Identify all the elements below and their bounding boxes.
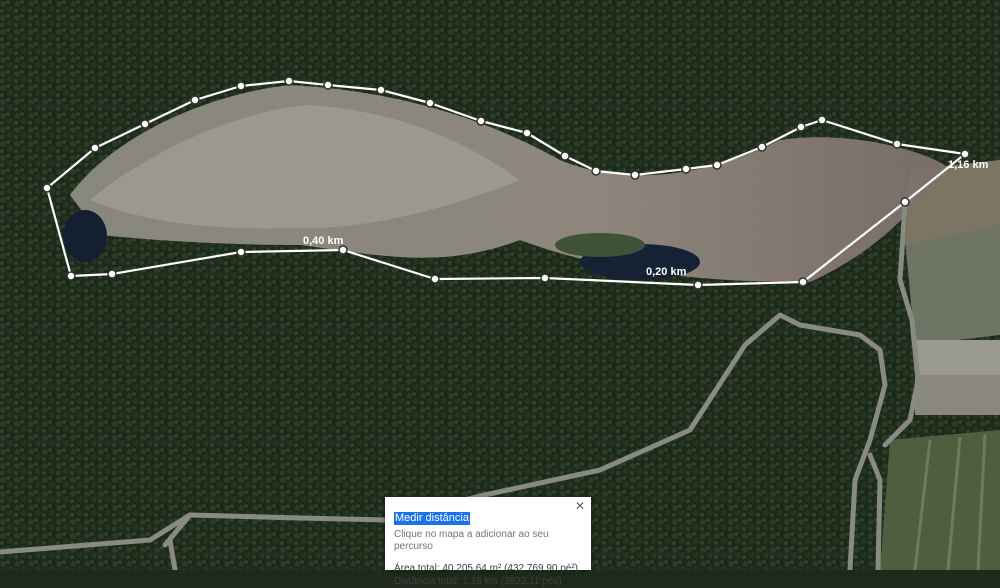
route-vertex[interactable] bbox=[522, 128, 532, 138]
route-vertex[interactable] bbox=[591, 166, 601, 176]
panel-title: Medir distância bbox=[394, 512, 470, 525]
route-vertex[interactable] bbox=[323, 80, 333, 90]
route-vertex[interactable] bbox=[140, 119, 150, 129]
route-vertex[interactable] bbox=[757, 142, 767, 152]
route-vertex[interactable] bbox=[338, 245, 348, 255]
satellite-map[interactable]: 0,40 km 0,20 km 1,16 km bbox=[0, 0, 1000, 570]
route-vertex[interactable] bbox=[376, 85, 386, 95]
route-vertex[interactable] bbox=[90, 143, 100, 153]
route-vertex[interactable] bbox=[540, 273, 550, 283]
close-icon[interactable]: ✕ bbox=[574, 499, 586, 513]
route-vertex[interactable] bbox=[476, 116, 486, 126]
route-vertex[interactable] bbox=[712, 160, 722, 170]
route-vertex[interactable] bbox=[960, 149, 970, 159]
route-vertex[interactable] bbox=[798, 277, 808, 287]
pond-west bbox=[63, 210, 107, 262]
route-vertex[interactable] bbox=[796, 122, 806, 132]
route-vertex[interactable] bbox=[66, 271, 76, 281]
route-vertex[interactable] bbox=[817, 115, 827, 125]
measure-distance-panel: Medir distância ✕ Clique no mapa a adici… bbox=[385, 497, 591, 587]
route-vertex[interactable] bbox=[693, 280, 703, 290]
route-vertex[interactable] bbox=[681, 164, 691, 174]
route-vertex[interactable] bbox=[284, 76, 294, 86]
forest-area bbox=[0, 0, 1000, 570]
route-vertex[interactable] bbox=[425, 98, 435, 108]
route-vertex[interactable] bbox=[236, 247, 246, 257]
route-vertex[interactable] bbox=[892, 139, 902, 149]
total-area: Área total: 40 205,64 m² (432 769,90 pé²… bbox=[394, 563, 579, 574]
route-vertex[interactable] bbox=[190, 95, 200, 105]
end-distance-label: 1,16 km bbox=[948, 159, 989, 171]
total-distance: Distância total: 1,16 km (3822,11 pés) bbox=[394, 576, 562, 587]
route-vertex[interactable] bbox=[900, 197, 910, 207]
segment-label-040km: 0,40 km bbox=[303, 235, 344, 247]
pond-vegetation bbox=[555, 233, 645, 257]
panel-hint: Clique no mapa a adicionar ao seu percur… bbox=[394, 529, 549, 552]
route-vertex[interactable] bbox=[107, 269, 117, 279]
route-vertex[interactable] bbox=[560, 151, 570, 161]
route-vertex[interactable] bbox=[630, 170, 640, 180]
route-vertex[interactable] bbox=[236, 81, 246, 91]
route-vertex[interactable] bbox=[42, 183, 52, 193]
segment-label-020km: 0,20 km bbox=[646, 266, 687, 278]
route-vertex[interactable] bbox=[430, 274, 440, 284]
